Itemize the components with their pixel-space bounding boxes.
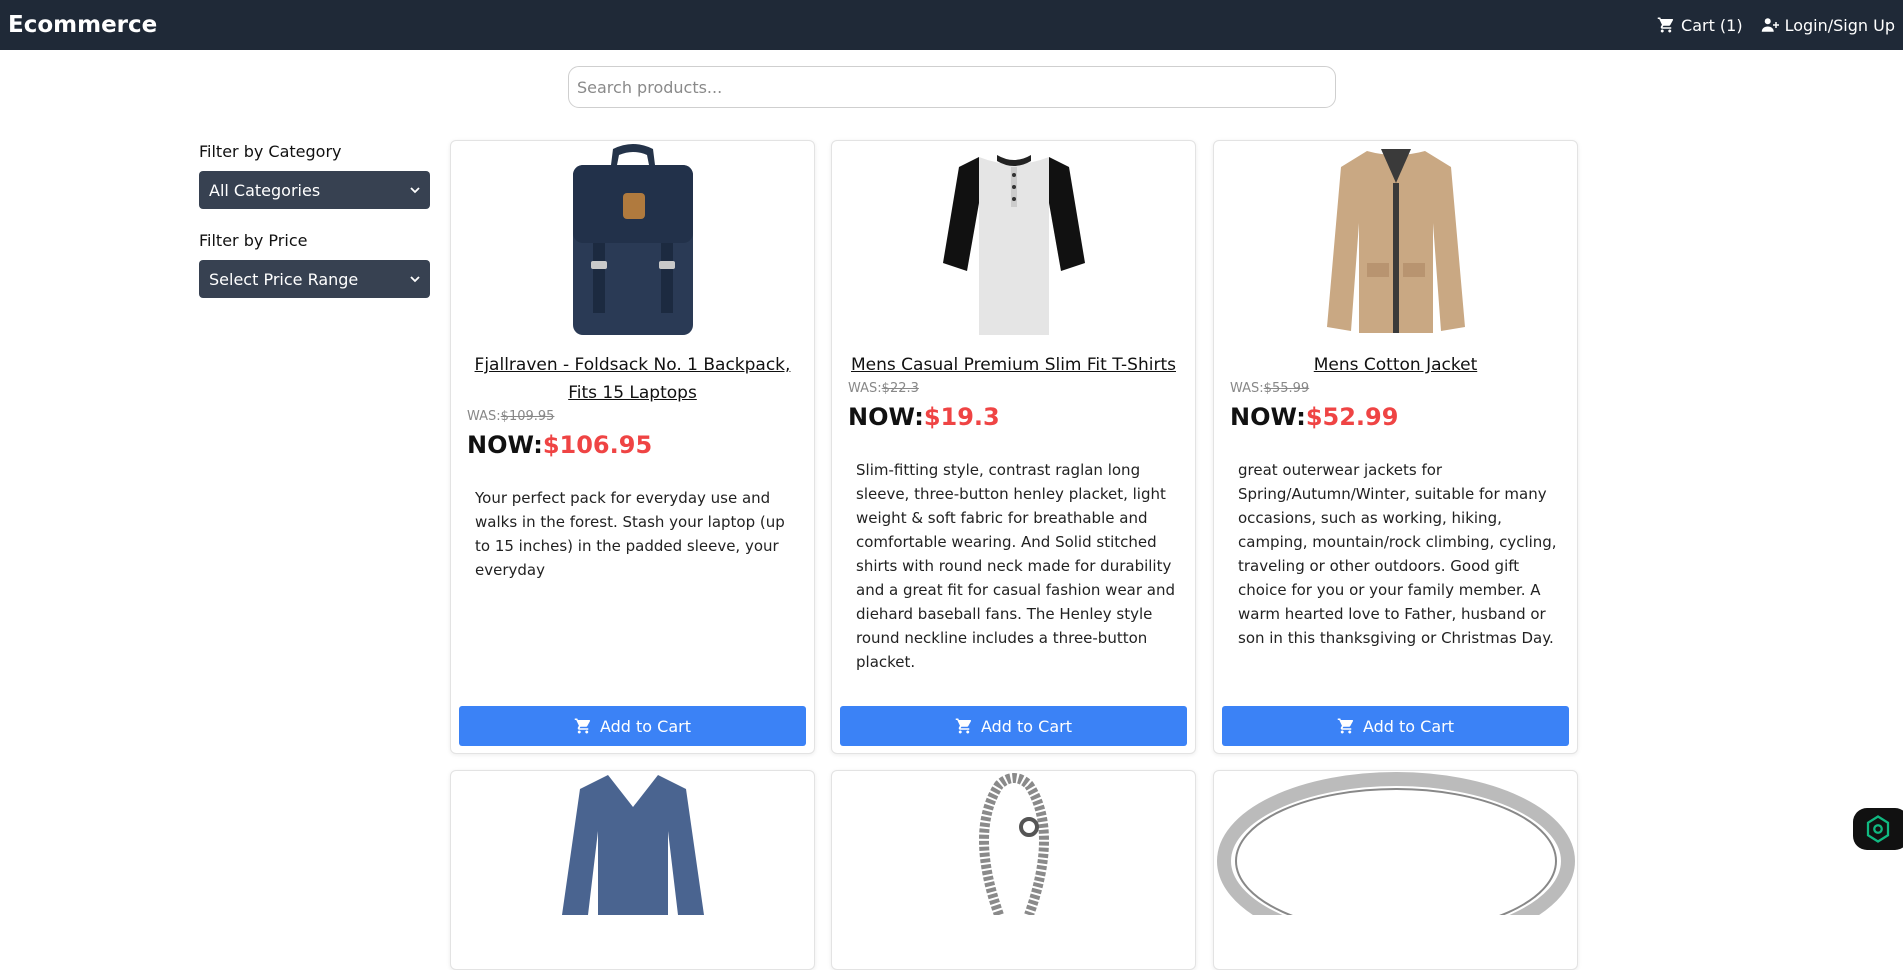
- product-card: [1213, 770, 1578, 970]
- price-select[interactable]: Select Price Range: [199, 260, 430, 298]
- product-image[interactable]: [832, 141, 1195, 341]
- cart-icon: [1337, 718, 1354, 734]
- add-to-cart-button[interactable]: Add to Cart: [840, 706, 1187, 746]
- product-image[interactable]: [451, 141, 814, 341]
- product-description: great outerwear jackets for Spring/Autum…: [1238, 461, 1557, 647]
- cart-label: Cart (1): [1681, 15, 1743, 35]
- cart-icon: [955, 718, 972, 734]
- login-link[interactable]: Login/Sign Up: [1761, 16, 1895, 35]
- tshirt-image: [942, 155, 1085, 335]
- cart-icon: [1657, 17, 1674, 33]
- now-price: NOW:$52.99: [1230, 403, 1398, 431]
- sidebar-filters: Filter by Category All Categories Filter…: [199, 142, 430, 320]
- cart-icon: [574, 718, 591, 734]
- product-card: Mens Casual Premium Slim Fit T-Shirts WA…: [831, 140, 1196, 754]
- assistant-widget-button[interactable]: [1853, 808, 1903, 850]
- product-image[interactable]: [1214, 141, 1577, 341]
- category-select[interactable]: All Categories: [199, 171, 430, 209]
- add-to-cart-label: Add to Cart: [1362, 716, 1455, 736]
- openai-icon: [1866, 815, 1890, 843]
- product-card: [450, 770, 815, 970]
- was-label: WAS:: [848, 381, 882, 396]
- user-plus-icon: [1761, 18, 1779, 32]
- product-card: Fjallraven - Foldsack No. 1 Backpack, Fi…: [450, 140, 815, 754]
- was-label: WAS:: [1230, 381, 1264, 396]
- login-label: Login/Sign Up: [1784, 15, 1895, 35]
- now-amount: $52.99: [1305, 403, 1399, 431]
- add-to-cart-button[interactable]: Add to Cart: [459, 706, 806, 746]
- price-filter-label: Filter by Price: [199, 231, 308, 250]
- brand-logo[interactable]: Ecommerce: [8, 12, 157, 38]
- was-amount: $55.99: [1263, 381, 1310, 396]
- search-input[interactable]: [568, 66, 1336, 108]
- add-to-cart-label: Add to Cart: [599, 716, 692, 736]
- chevron-down-icon: [410, 187, 420, 194]
- product-card: Mens Cotton Jacket WAS:$55.99 NOW:$52.99…: [1213, 140, 1578, 754]
- product-description: Your perfect pack for everyday use and w…: [475, 489, 785, 579]
- product-image[interactable]: [1214, 771, 1577, 915]
- product-image[interactable]: [451, 771, 814, 915]
- price-select-value: Select Price Range: [209, 269, 359, 289]
- add-to-cart-button[interactable]: Add to Cart: [1222, 706, 1569, 746]
- navbar: Ecommerce Cart (1) Login/Sign Up: [0, 0, 1903, 50]
- was-price: WAS:$22.3: [848, 381, 919, 396]
- ring-image: [1216, 772, 1575, 915]
- chevron-down-icon: [410, 276, 420, 283]
- was-amount: $109.95: [500, 409, 555, 424]
- nav-right: Cart (1) Login/Sign Up: [1657, 16, 1895, 35]
- sweater-image: [561, 775, 704, 915]
- product-title[interactable]: Fjallraven - Foldsack No. 1 Backpack, Fi…: [465, 351, 800, 407]
- cart-link[interactable]: Cart (1): [1657, 16, 1743, 35]
- was-amount: $22.3: [881, 381, 919, 396]
- now-price: NOW:$106.95: [467, 431, 652, 459]
- product-image[interactable]: [832, 771, 1195, 915]
- now-label: NOW:: [1230, 403, 1306, 431]
- product-card: [831, 770, 1196, 970]
- was-label: WAS:: [467, 409, 501, 424]
- bracelet-image: [978, 773, 1049, 915]
- was-price: WAS:$55.99: [1230, 381, 1309, 396]
- search-bar: [568, 66, 1336, 108]
- was-price: WAS:$109.95: [467, 409, 554, 424]
- now-amount: $106.95: [542, 431, 653, 459]
- product-title[interactable]: Mens Casual Premium Slim Fit T-Shirts: [846, 351, 1181, 379]
- jacket-image: [1326, 149, 1465, 333]
- add-to-cart-label: Add to Cart: [980, 716, 1073, 736]
- backpack-image: [572, 144, 693, 335]
- product-title[interactable]: Mens Cotton Jacket: [1228, 351, 1563, 379]
- now-price: NOW:$19.3: [848, 403, 1000, 431]
- category-select-value: All Categories: [209, 180, 321, 200]
- product-description: Slim-fitting style, contrast raglan long…: [856, 461, 1176, 671]
- now-label: NOW:: [467, 431, 543, 459]
- now-amount: $19.3: [923, 403, 1000, 431]
- category-filter-label: Filter by Category: [199, 142, 342, 161]
- now-label: NOW:: [848, 403, 924, 431]
